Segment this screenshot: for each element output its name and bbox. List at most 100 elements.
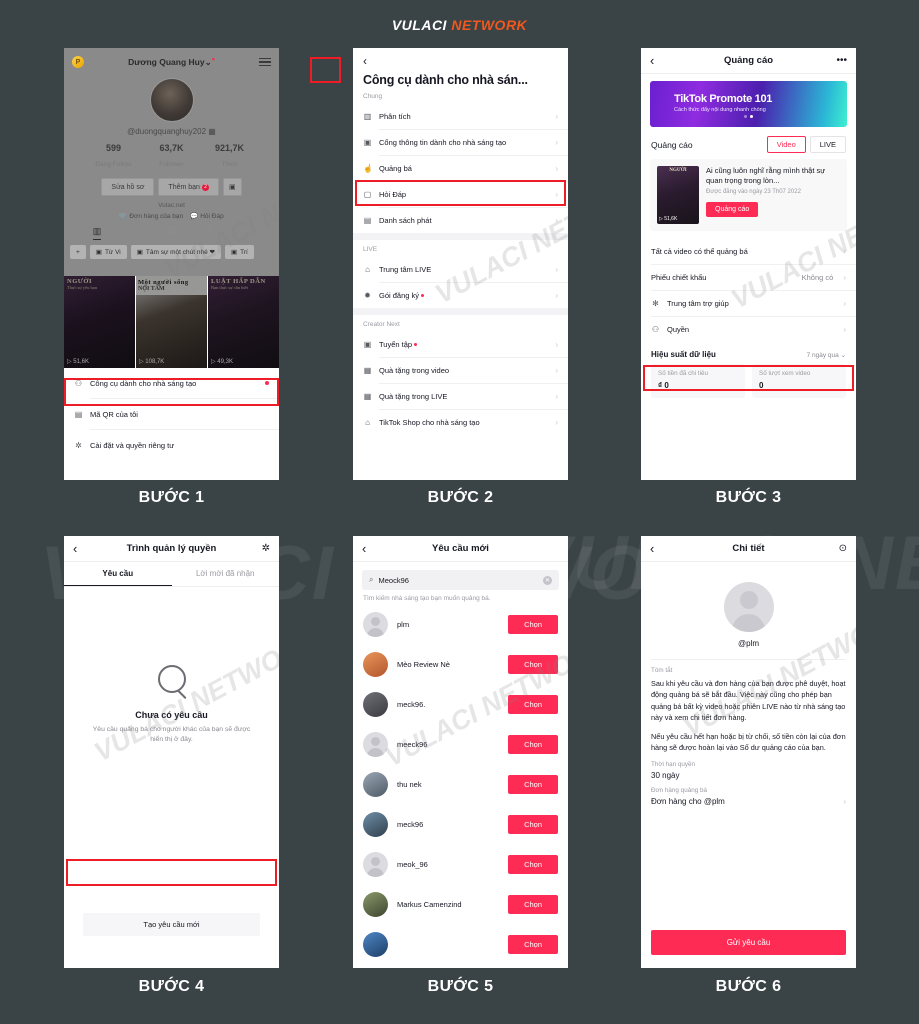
list-item[interactable]: meck96 Chọn (353, 804, 568, 844)
more-options-icon[interactable]: ••• (836, 55, 847, 66)
select-button[interactable]: Chọn (508, 854, 558, 874)
orders-link[interactable]: 🛒 Đơn hàng của bạn (119, 212, 183, 221)
select-button[interactable]: Chọn (508, 774, 558, 794)
select-button[interactable]: Chọn (508, 614, 558, 634)
menu-item-collections[interactable]: ▣ Tuyển tập › (353, 332, 568, 357)
menu-item-help-center[interactable]: ✻ Trung tâm trợ giúp › (641, 291, 856, 316)
menu-item-permissions[interactable]: ⚇ Quyền › (641, 317, 856, 342)
chevron-right-icon: › (843, 299, 846, 308)
promo-title: TikTok Promote 101 (674, 93, 773, 105)
edit-profile-button[interactable]: Sửa hồ sơ (101, 178, 155, 196)
stat-following[interactable]: 599 Đang Follow (85, 143, 143, 171)
stat-likes[interactable]: 921,7K Thích (201, 143, 259, 171)
promote-button[interactable]: Quảng cáo (706, 202, 759, 218)
list-item[interactable]: thu nek Chọn (353, 764, 568, 804)
gear-icon[interactable]: ✲ (262, 543, 270, 554)
add-friend-button[interactable]: Thêm bạn 2 (158, 178, 219, 196)
gift-icon: ▦ (363, 392, 372, 401)
qa-link[interactable]: 💬 Hỏi Đáp (190, 212, 224, 221)
help-icon[interactable]: ⊙ (839, 543, 847, 554)
menu-item-creator-portal[interactable]: ▣ Cổng thông tin dành cho nhà sáng tạo › (353, 130, 568, 155)
submit-request-button[interactable]: Gửi yêu cầu (651, 930, 846, 955)
promo-banner[interactable]: TikTok Promote 101 Cách thức đẩy nội dun… (650, 81, 847, 127)
perf-card-spend: Số tiền đã chi tiêu ₫ 0 (651, 364, 745, 398)
select-button[interactable]: Chọn (508, 734, 558, 754)
video-thumbnail[interactable]: NGƯỜI ▷ 51,6K (657, 166, 699, 224)
menu-item-qa[interactable]: ▢ Hỏi Đáp › (353, 182, 568, 207)
playlist-chip[interactable]: ▣ Tâm sự một chút nhé ❤ (130, 245, 221, 259)
create-new-request-button[interactable]: Tạo yêu cầu mới (83, 913, 260, 936)
chevron-right-icon: › (555, 340, 558, 349)
section-header-creator-next: Creator Next (363, 321, 400, 328)
menu-item-all-promotable-videos[interactable]: Tất cả video có thể quảng bá › (641, 239, 856, 264)
video-thumbnail[interactable]: LUẬT HẤP DẪN Bạn thực sự cần biết ▷ 49,3K (208, 276, 279, 368)
list-item[interactable]: meeck96 Chọn (353, 724, 568, 764)
back-icon[interactable]: ‹ (363, 54, 558, 68)
select-button[interactable]: Chọn (508, 894, 558, 914)
list-item[interactable]: plm Chọn (353, 604, 568, 644)
playlist-chip[interactable]: ▣ Từ Vi (89, 245, 127, 259)
menu-item-live-center[interactable]: ⌂ Trung tâm LIVE › (353, 257, 568, 282)
screenshot-step-5: VULACI NETWORK ‹ Yêu cầu mới ⌕ ✕ Tìm kiế… (353, 536, 568, 968)
tab-shop-icon[interactable]: ⌂ (131, 226, 136, 240)
performance-range[interactable]: 7 ngày qua ⌄ (807, 351, 846, 359)
promote-icon: ☝ (363, 164, 373, 173)
menu-item-playlists[interactable]: ▤ Danh sách phát › (353, 208, 568, 233)
select-button[interactable]: Chọn (508, 814, 558, 834)
sheet-item-settings-privacy[interactable]: ✲ Cài đặt và quyền riêng tư (64, 430, 279, 460)
tab-private-icon[interactable]: ⌧ (166, 226, 176, 240)
toggle-live[interactable]: LIVE (809, 136, 846, 153)
summary-paragraph-2: Nếu yêu cầu hết hạn hoặc bị từ chối, số … (651, 732, 846, 753)
menu-item-tiktok-shop[interactable]: ⌂ TikTok Shop cho nhà sáng tạo › (353, 410, 568, 435)
list-item[interactable]: Mèo Review Nè Chọn (353, 644, 568, 684)
chevron-right-icon: › (555, 392, 558, 401)
hamburger-menu-icon[interactable] (259, 57, 271, 67)
search-input[interactable] (378, 575, 538, 585)
home-icon: ⌂ (365, 265, 370, 274)
select-button[interactable]: Chọn (508, 694, 558, 714)
menu-item-subscription[interactable]: ✹ Gói đăng ký › (353, 283, 568, 308)
summary-label: Tóm tắt (651, 667, 673, 674)
select-button[interactable]: Chọn (508, 654, 558, 674)
menu-item-promote[interactable]: ☝ Quảng bá › (353, 156, 568, 181)
menu-item-discount-voucher[interactable]: Phiếu chiết khấu Không có › (641, 265, 856, 290)
clear-icon[interactable]: ✕ (543, 575, 552, 585)
sheet-item-creator-tools[interactable]: ⚇ Công cụ dành cho nhà sáng tạo (64, 368, 279, 398)
menu-item-analytics[interactable]: ▥ Phân tích › (353, 104, 568, 129)
profile-site: Vulac.net (158, 202, 185, 209)
search-bar[interactable]: ⌕ ✕ (362, 570, 559, 590)
new-dot (421, 294, 425, 297)
tab-liked-icon[interactable]: ♡ (242, 226, 250, 240)
instagram-icon[interactable]: ▣ (222, 178, 242, 196)
order-row[interactable]: Đơn hàng cho @plm › (641, 794, 856, 806)
menu-item-live-gifts[interactable]: ▦ Quà tặng trong LIVE › (353, 384, 568, 409)
highlight-box-hamburger (310, 57, 341, 83)
tab-received-invites[interactable]: Lời mời đã nhận (172, 562, 280, 586)
screenshot-step-6: VULACI NETWORK ‹ Chi tiết ⊙ @plm Tóm tắt… (641, 536, 856, 968)
select-button[interactable]: Chọn (508, 934, 558, 954)
list-item[interactable]: meck96. Chọn (353, 684, 568, 724)
toggle-video[interactable]: Video (766, 136, 806, 153)
list-item[interactable]: Chọn (353, 924, 568, 964)
video-thumbnail[interactable]: Một người sống NỘI TÂM ▷ 108,7K (136, 276, 207, 368)
tab-videos-icon[interactable]: ▥ (92, 226, 102, 240)
perf-card-views: Số lượt xem video 0 (752, 364, 846, 398)
stat-followers[interactable]: 63,7K Follower (143, 143, 201, 171)
video-info: Ai cũng luôn nghĩ rằng mình thật sự quan… (706, 166, 840, 224)
profile-username: @duongquanghuy202 ▦ (127, 127, 216, 136)
duration-label: Thời hạn quyền (651, 760, 696, 768)
empty-title: Chưa có yêu cầu (135, 710, 208, 720)
screenshot-step-4: VULACI NETWORK ‹ Trình quản lý quyền ✲ Y… (64, 536, 279, 968)
avatar[interactable] (149, 78, 194, 122)
add-chip-button[interactable]: + (70, 245, 86, 259)
collection-icon: ▣ (363, 340, 372, 349)
menu-item-video-gifts[interactable]: ▦ Quà tặng trong video › (353, 358, 568, 383)
playlist-chip[interactable]: ▣ Trí (224, 245, 254, 259)
list-item[interactable]: Markus Camenzind Chọn (353, 884, 568, 924)
list-item[interactable]: meok_96 Chọn (353, 844, 568, 884)
permission-tabs: Yêu cầu Lời mời đã nhận (64, 562, 279, 587)
video-thumbnail[interactable]: NGƯỜI Thực sự yêu bạn ▷ 51,6K (64, 276, 135, 368)
tab-reposts-icon[interactable]: ⎘ (205, 226, 212, 240)
sheet-item-my-qr[interactable]: ▤ Mã QR của tôi (64, 399, 279, 429)
tab-requests[interactable]: Yêu cầu (64, 562, 172, 586)
